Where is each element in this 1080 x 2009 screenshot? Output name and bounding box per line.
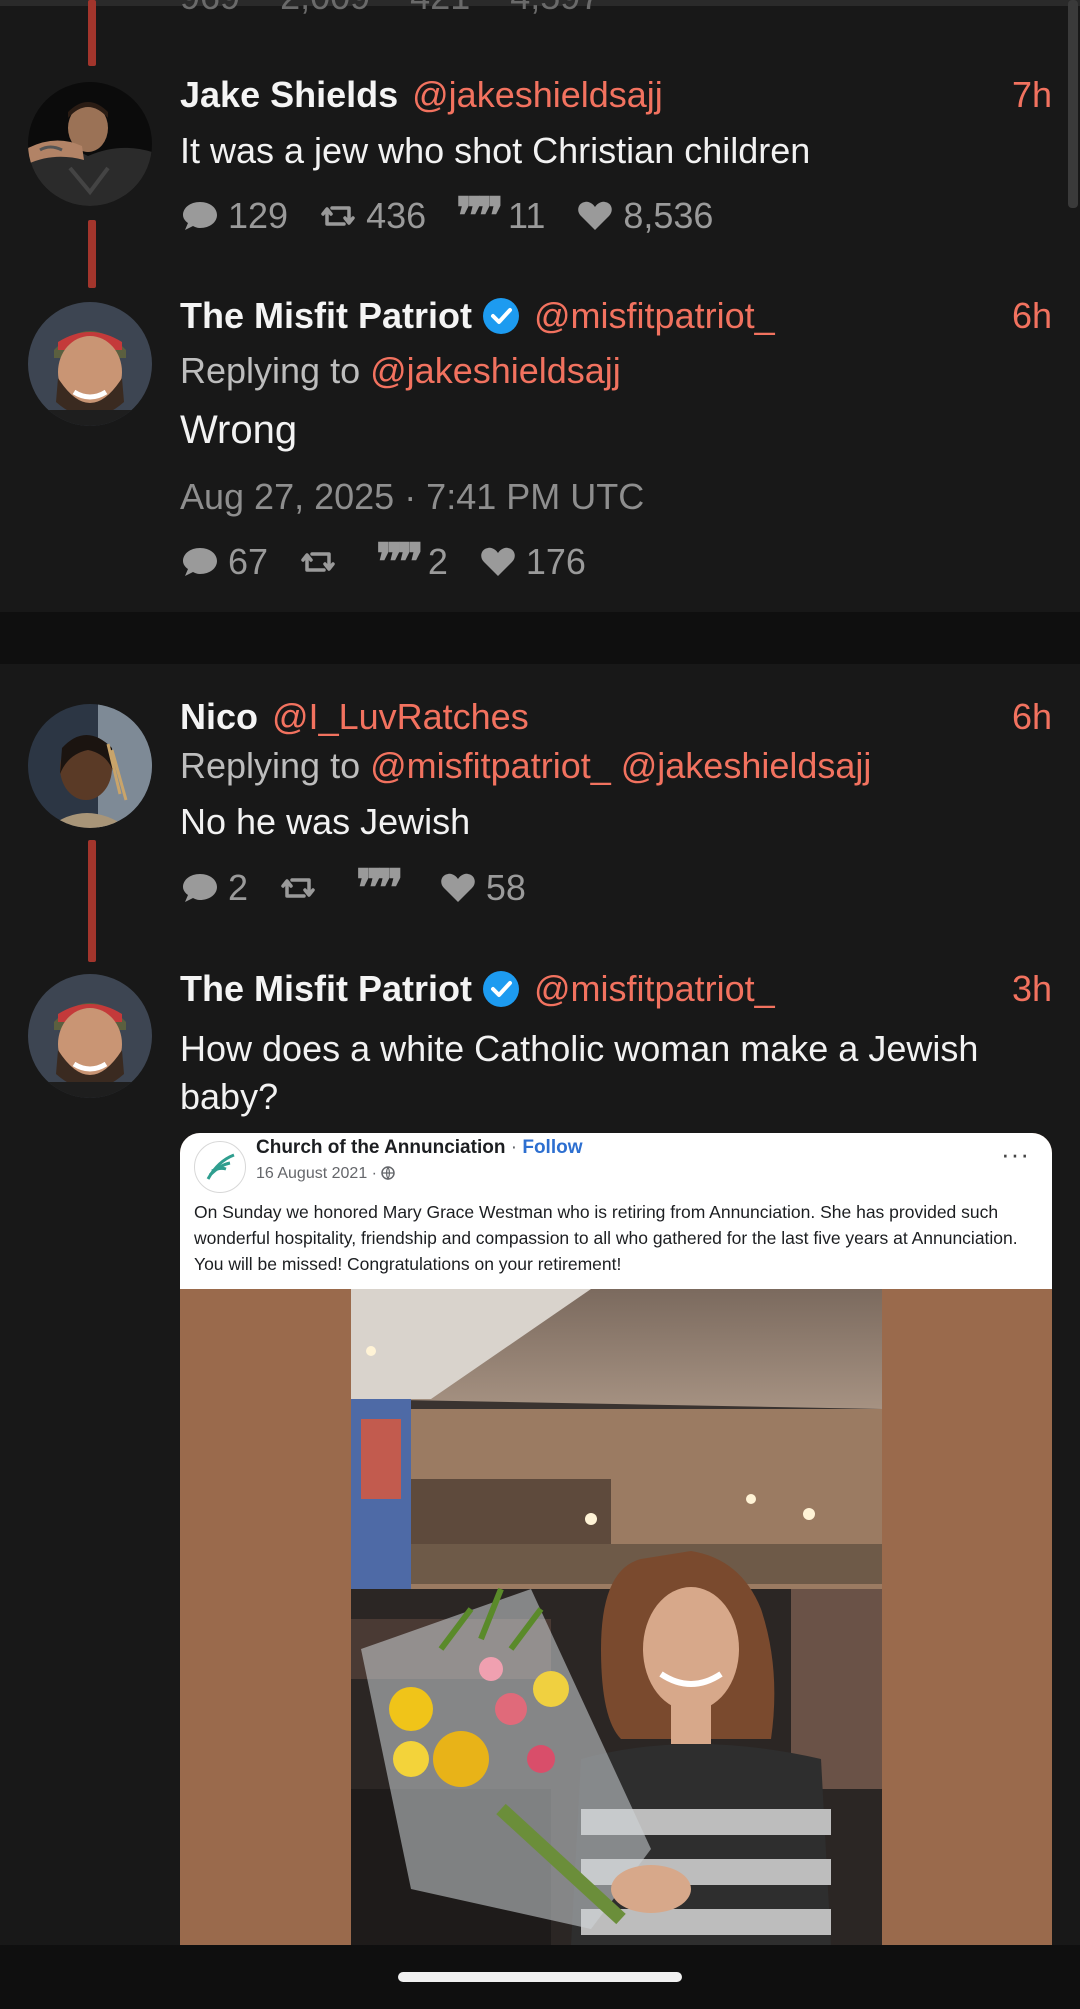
home-indicator[interactable] bbox=[398, 1972, 682, 1982]
heart-icon bbox=[441, 873, 475, 902]
display-name[interactable]: The Misfit Patriot bbox=[180, 295, 472, 337]
avatar[interactable] bbox=[28, 974, 152, 1098]
quote-icon: ❞❞ bbox=[456, 186, 504, 245]
tweet-time[interactable]: 7h bbox=[1012, 74, 1052, 116]
retweet-button[interactable] bbox=[298, 542, 346, 582]
reply-button[interactable]: 2 bbox=[180, 867, 248, 909]
reply-button[interactable]: 67 bbox=[180, 541, 268, 583]
retirement-photo bbox=[351, 1289, 882, 1945]
retweet-button[interactable]: 436 bbox=[318, 195, 426, 237]
like-button[interactable]: 58 bbox=[438, 867, 526, 909]
replying-to: Replying to @jakeshieldsajj bbox=[180, 350, 621, 391]
like-button[interactable]: 8,536 bbox=[575, 195, 713, 237]
avatar[interactable] bbox=[28, 704, 152, 828]
thread-separator bbox=[0, 612, 1080, 664]
display-name[interactable]: The Misfit Patriot bbox=[180, 968, 472, 1010]
quote-button[interactable]: ❞❞ 11 bbox=[456, 186, 545, 245]
home-indicator-bar bbox=[0, 1945, 1080, 2009]
avatar[interactable] bbox=[28, 82, 152, 206]
tweet-text: Wrong bbox=[180, 408, 298, 452]
display-name[interactable]: Nico bbox=[180, 696, 258, 738]
scrollbar[interactable] bbox=[1068, 0, 1078, 208]
heart-icon bbox=[578, 201, 613, 230]
tweet-stats: 129 436 ❞❞ 11 8,536 bbox=[180, 191, 743, 241]
thread-line bbox=[88, 0, 96, 66]
church-logo-icon bbox=[194, 1141, 246, 1193]
thread-line bbox=[88, 220, 96, 288]
tweet-header: Nico @I_LuvRatches 6h bbox=[180, 692, 1052, 742]
like-button[interactable]: 176 bbox=[478, 541, 586, 583]
tweet-time[interactable]: 6h bbox=[1012, 295, 1052, 337]
facebook-post-card: Church of the Annunciation · Follow 16 A… bbox=[180, 1133, 1052, 1289]
tweet-text: It was a jew who shot Christian children bbox=[180, 130, 811, 171]
tweet-stats: 67 ❞❞ 2 176 bbox=[180, 537, 616, 587]
user-handle[interactable]: @I_LuvRatches bbox=[272, 696, 529, 738]
reply-mention-link[interactable]: @jakeshieldsajj bbox=[370, 350, 621, 391]
thread-line bbox=[88, 840, 96, 962]
tweet-time[interactable]: 6h bbox=[1012, 696, 1052, 738]
quote-button[interactable]: ❞❞ 2 bbox=[376, 532, 448, 591]
facebook-follow-link: Follow bbox=[522, 1137, 583, 1158]
tweet-time[interactable]: 3h bbox=[1012, 968, 1052, 1010]
facebook-post-text: On Sunday we honored Mary Grace Westman … bbox=[194, 1202, 1018, 1274]
retweet-button[interactable] bbox=[278, 868, 326, 908]
conversation-panel-top: 969 2,009 421 4,597 Jake Shields @jakesh… bbox=[0, 0, 1080, 612]
facebook-page-line: Church of the Annunciation · Follow bbox=[256, 1137, 583, 1158]
retweet-icon bbox=[281, 878, 315, 898]
user-handle[interactable]: @misfitpatriot_ bbox=[534, 295, 775, 337]
display-name[interactable]: Jake Shields bbox=[180, 74, 398, 116]
user-handle[interactable]: @jakeshieldsajj bbox=[412, 74, 663, 116]
replying-to: Replying to @misfitpatriot_ @jakeshields… bbox=[180, 745, 872, 786]
quote-icon: ❞❞ bbox=[376, 532, 424, 591]
facebook-page-name: Church of the Annunciation bbox=[256, 1137, 506, 1158]
comment-icon bbox=[183, 202, 217, 230]
tweet-text: How does a white Catholic woman make a J… bbox=[180, 1028, 979, 1117]
tweet-header: The Misfit Patriot @misfitpatriot_ 6h bbox=[180, 291, 1052, 341]
retweet-icon bbox=[301, 552, 335, 572]
heart-icon bbox=[481, 547, 515, 576]
verified-badge-icon bbox=[482, 297, 520, 335]
more-options-icon: ··· bbox=[1001, 1139, 1030, 1169]
quote-button[interactable]: ❞❞ bbox=[356, 858, 408, 917]
tweet-header: The Misfit Patriot @misfitpatriot_ 3h bbox=[180, 964, 1052, 1014]
avatar[interactable] bbox=[28, 302, 152, 426]
retweet-icon bbox=[321, 206, 355, 226]
reply-mention-link[interactable]: @misfitpatriot_ @jakeshieldsajj bbox=[370, 745, 871, 786]
tweet-stats: 2 ❞❞ 58 bbox=[180, 863, 556, 913]
comment-icon bbox=[183, 874, 217, 902]
tweet-date[interactable]: Aug 27, 2025 · 7:41 PM UTC bbox=[180, 476, 644, 518]
tweet-header: Jake Shields @jakeshieldsajj 7h bbox=[180, 70, 1052, 120]
quote-icon: ❞❞ bbox=[356, 858, 404, 917]
verified-badge-icon bbox=[482, 970, 520, 1008]
facebook-post-date: 16 August 2021 · bbox=[256, 1165, 396, 1183]
reply-button[interactable]: 129 bbox=[180, 195, 288, 237]
tweet-attached-image[interactable]: Church of the Annunciation · Follow 16 A… bbox=[180, 1133, 1052, 1945]
user-handle[interactable]: @misfitpatriot_ bbox=[534, 968, 775, 1010]
globe-icon bbox=[381, 1166, 396, 1181]
comment-icon bbox=[183, 548, 217, 576]
previous-tweet-stats: 969 2,009 421 4,597 bbox=[180, 0, 640, 17]
tweet-text: No he was Jewish bbox=[180, 801, 471, 842]
